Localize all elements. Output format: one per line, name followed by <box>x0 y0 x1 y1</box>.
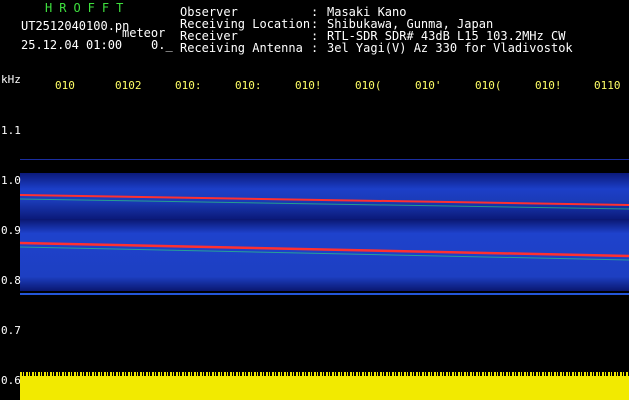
spectrogram <box>20 95 629 400</box>
x-tick-label: 0102 <box>115 79 142 92</box>
signal-traces <box>20 194 629 261</box>
x-tick-label: 010( <box>475 79 502 92</box>
y-tick-label: 0.6 <box>1 374 21 387</box>
x-tick-label: 010: <box>235 79 262 92</box>
date-time: 25.12.04 01:00 0._ <box>21 38 173 52</box>
x-tick-label: 010 <box>55 79 75 92</box>
info-value-antenna: 3el Yagi(V) Az 330 for Vladivostok <box>327 41 573 55</box>
app-title: HROFFT <box>45 1 131 15</box>
y-axis-unit: kHz <box>1 73 21 86</box>
y-tick-label: 0.8 <box>1 274 21 287</box>
carrier-trace-lower <box>20 241 629 258</box>
x-tick-label: 010( <box>355 79 382 92</box>
info-label-antenna: Receiving Antenna <box>180 41 303 55</box>
noise-floor-bar <box>20 376 629 400</box>
info-colon: : <box>311 41 319 55</box>
y-tick-label: 0.9 <box>1 224 21 237</box>
x-tick-label: 010! <box>295 79 322 92</box>
x-tick-label: 010: <box>175 79 202 92</box>
y-tick-label: 0.7 <box>1 324 21 337</box>
x-tick-label: 010! <box>535 79 562 92</box>
x-tick-label: 0110 <box>594 79 621 92</box>
y-tick-label: 1.1 <box>1 124 21 137</box>
y-tick-label: 1.0 <box>1 174 21 187</box>
x-tick-label: 010' <box>415 79 442 92</box>
file-name: UT2512040100.pn <box>21 19 130 33</box>
